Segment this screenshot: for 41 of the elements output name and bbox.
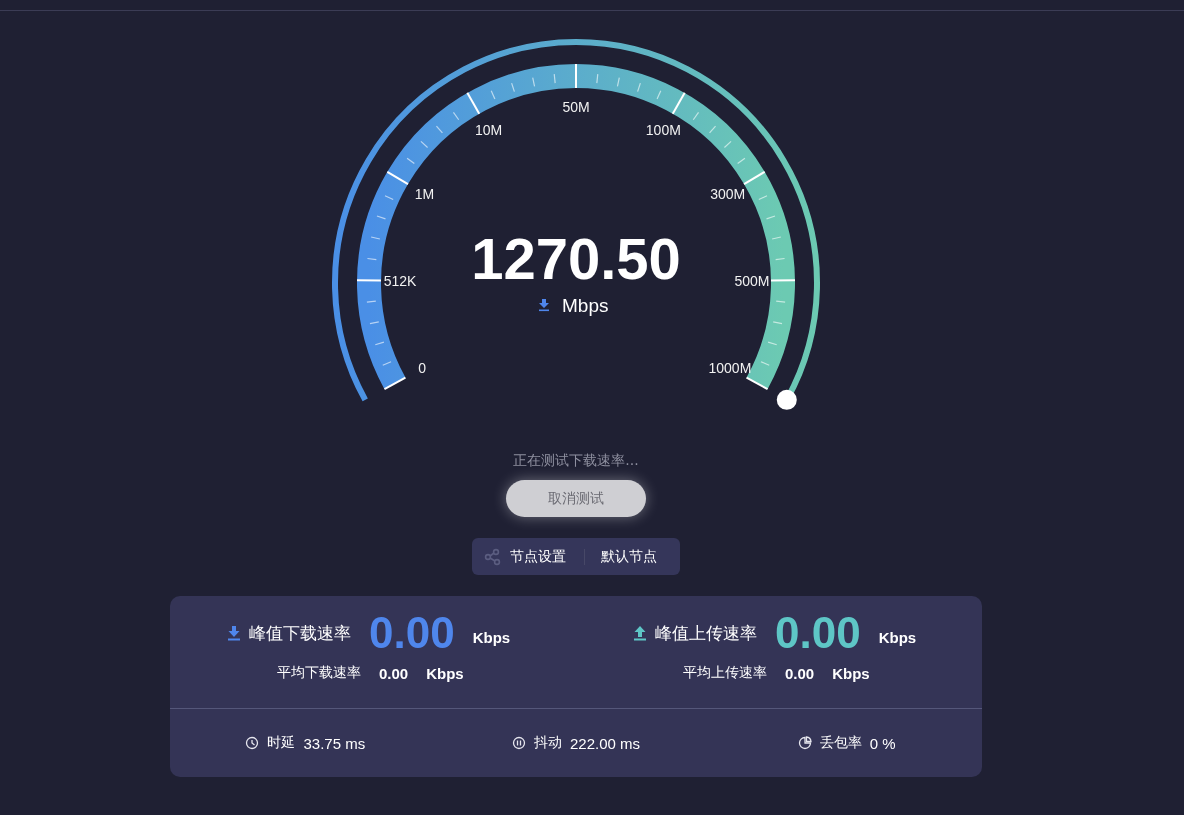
pause-icon — [512, 736, 526, 750]
scale-label: 500M — [734, 272, 770, 289]
average-unit: Kbps — [426, 664, 464, 682]
peak-label: 峰值上传速率 — [655, 621, 757, 645]
peak-label: 峰值下载速率 — [249, 621, 351, 645]
average-unit: Kbps — [832, 664, 870, 682]
peak-unit: Kbps — [472, 628, 511, 646]
scale-label: 1M — [414, 185, 435, 202]
average-label: 平均上传速率 — [683, 664, 767, 682]
download-icon — [539, 299, 549, 312]
scale-label: 0 — [418, 360, 426, 377]
progress-knob — [776, 389, 797, 410]
scale-label: 300M — [710, 185, 746, 202]
node-name: 默认节点 — [601, 547, 657, 566]
clock-icon — [245, 736, 260, 750]
scale-label: 1000M — [708, 360, 752, 377]
speed-unit: Mbps — [562, 295, 609, 316]
cancel-button[interactable]: 取消测试 — [506, 480, 646, 517]
scale-label: 50M — [562, 99, 590, 115]
download-icon — [227, 625, 241, 641]
peak-unit: Kbps — [878, 628, 917, 646]
metric-value: 0 % — [869, 734, 896, 752]
peak-value: 0.00 — [369, 608, 455, 658]
share-icon — [484, 547, 502, 566]
upload-icon — [633, 625, 647, 641]
scale-label: 10M — [475, 122, 503, 139]
average-value: 0.00 — [785, 664, 815, 682]
average-value: 0.00 — [379, 664, 409, 682]
average-label: 平均下载速率 — [277, 664, 361, 682]
metric-label: 抖动 — [534, 734, 562, 752]
metric-label: 时延 — [267, 734, 296, 752]
scale-label: 512K — [383, 272, 417, 289]
speed-value: 1270.50 — [471, 226, 681, 291]
node-settings-button[interactable]: 节点设置 — [484, 547, 566, 566]
scale-label: 100M — [645, 122, 681, 139]
metric-value: 33.75 ms — [303, 734, 366, 752]
metric-label: 丢包率 — [819, 734, 862, 752]
metric-value: 222.00 ms — [570, 734, 641, 752]
peak-value: 0.00 — [775, 608, 861, 658]
status-text: 正在测试下载速率... — [513, 451, 639, 470]
pie-chart-icon — [797, 736, 812, 750]
